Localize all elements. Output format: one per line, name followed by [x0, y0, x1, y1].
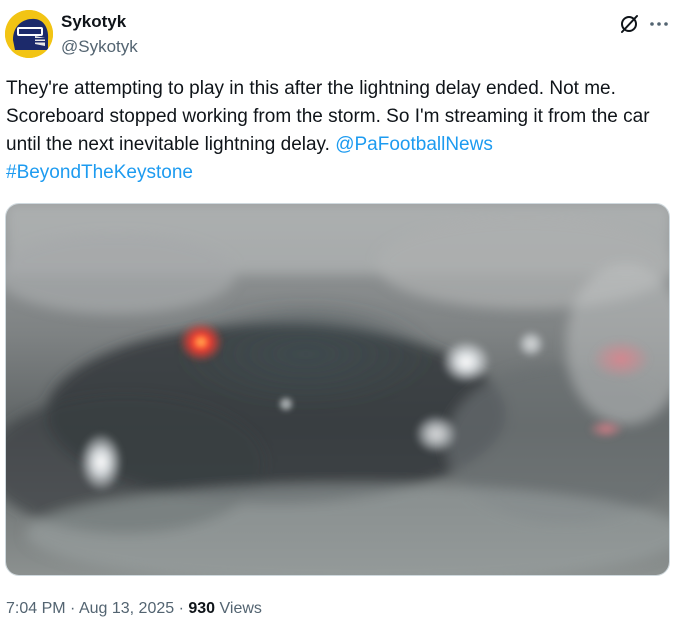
author-display-name[interactable]: Sykotyk: [61, 12, 126, 32]
meta-separator: ·: [70, 600, 76, 617]
author-handle[interactable]: @Sykotyk: [61, 37, 138, 57]
rainy-windshield-photo: [6, 204, 669, 575]
tweet-meta: 7:04 PM · Aug 13, 2025 · 930 Views: [6, 599, 262, 619]
grok-icon[interactable]: [618, 13, 640, 35]
avatar-helmet-icon: [5, 10, 53, 58]
hashtag-link[interactable]: #BeyondTheKeystone: [6, 162, 193, 183]
meta-separator: ·: [178, 600, 184, 617]
views-count: 930: [188, 600, 216, 617]
views-label: Views: [219, 600, 262, 617]
tweet-body: They're attempting to play in this after…: [6, 78, 650, 155]
tweet-media-photo[interactable]: [5, 203, 670, 576]
tweet-text: They're attempting to play in this after…: [6, 75, 670, 187]
tweet-time[interactable]: 7:04 PM: [6, 600, 66, 617]
more-dots-icon[interactable]: [648, 13, 670, 35]
tweet-date[interactable]: Aug 13, 2025: [79, 600, 174, 617]
author-avatar[interactable]: [5, 10, 53, 58]
mention-link[interactable]: @PaFootballNews: [335, 134, 493, 155]
tweet-card: Sykotyk @Sykotyk They're attempting to p…: [0, 0, 676, 623]
